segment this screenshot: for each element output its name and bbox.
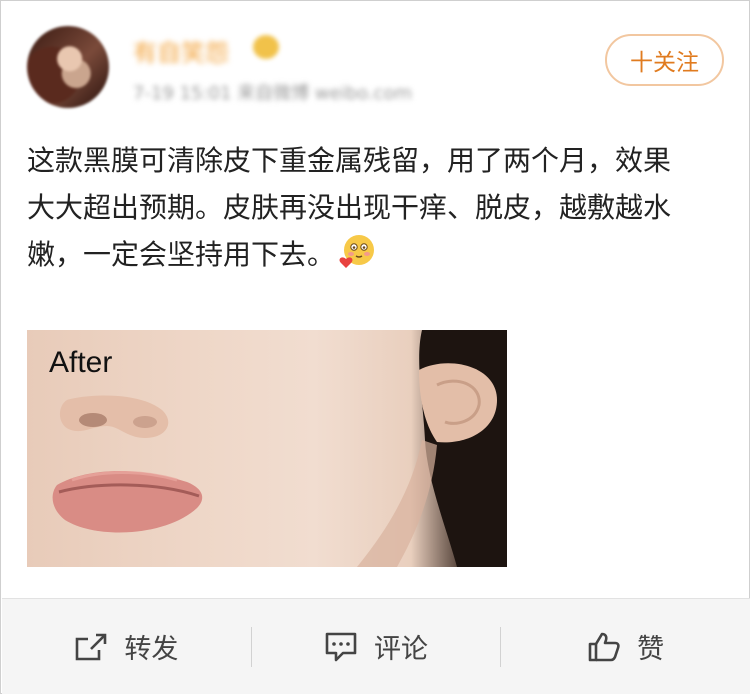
- action-bar: 转发 评论 赞: [2, 598, 750, 694]
- post-line-2: 大大超出预期。皮肤再没出现干痒、脱皮，越敷越水: [27, 191, 672, 224]
- thumbs-up-icon: [588, 632, 620, 661]
- blush-heart-emoji-icon: [339, 235, 375, 268]
- post-meta: 7-19 15:01 来自微博 weibo.com: [133, 83, 412, 101]
- comment-button[interactable]: 评论: [252, 599, 501, 694]
- like-button[interactable]: 赞: [501, 599, 750, 694]
- like-label: 赞: [637, 634, 665, 665]
- post-text: 这款黑膜可清除皮下重金属残留，用了两个月，效果 大大超出预期。皮肤再没出现干痒、…: [27, 137, 727, 278]
- post-line-3-wrap: 嫩，一定会坚持用下去。: [27, 231, 727, 278]
- weibo-post-card: 有自笑怨 7-19 15:01 来自微博 weibo.com 十关注 这款黑膜可…: [0, 0, 750, 694]
- comment-icon: [325, 632, 357, 661]
- avatar[interactable]: [27, 26, 109, 108]
- post-line-3: 嫩，一定会坚持用下去。: [27, 238, 336, 271]
- comment-label: 评论: [374, 634, 428, 665]
- username[interactable]: 有自笑怨: [133, 33, 253, 63]
- follow-button[interactable]: 十关注: [605, 34, 724, 86]
- post-line-1: 这款黑膜可清除皮下重金属残留，用了两个月，效果: [27, 144, 672, 177]
- repost-label: 转发: [124, 634, 179, 665]
- share-icon: [76, 633, 107, 660]
- photo-caption: After: [49, 346, 113, 379]
- repost-button[interactable]: 转发: [2, 599, 251, 694]
- vip-badge-icon: [253, 35, 279, 59]
- post-photo[interactable]: After: [27, 330, 507, 567]
